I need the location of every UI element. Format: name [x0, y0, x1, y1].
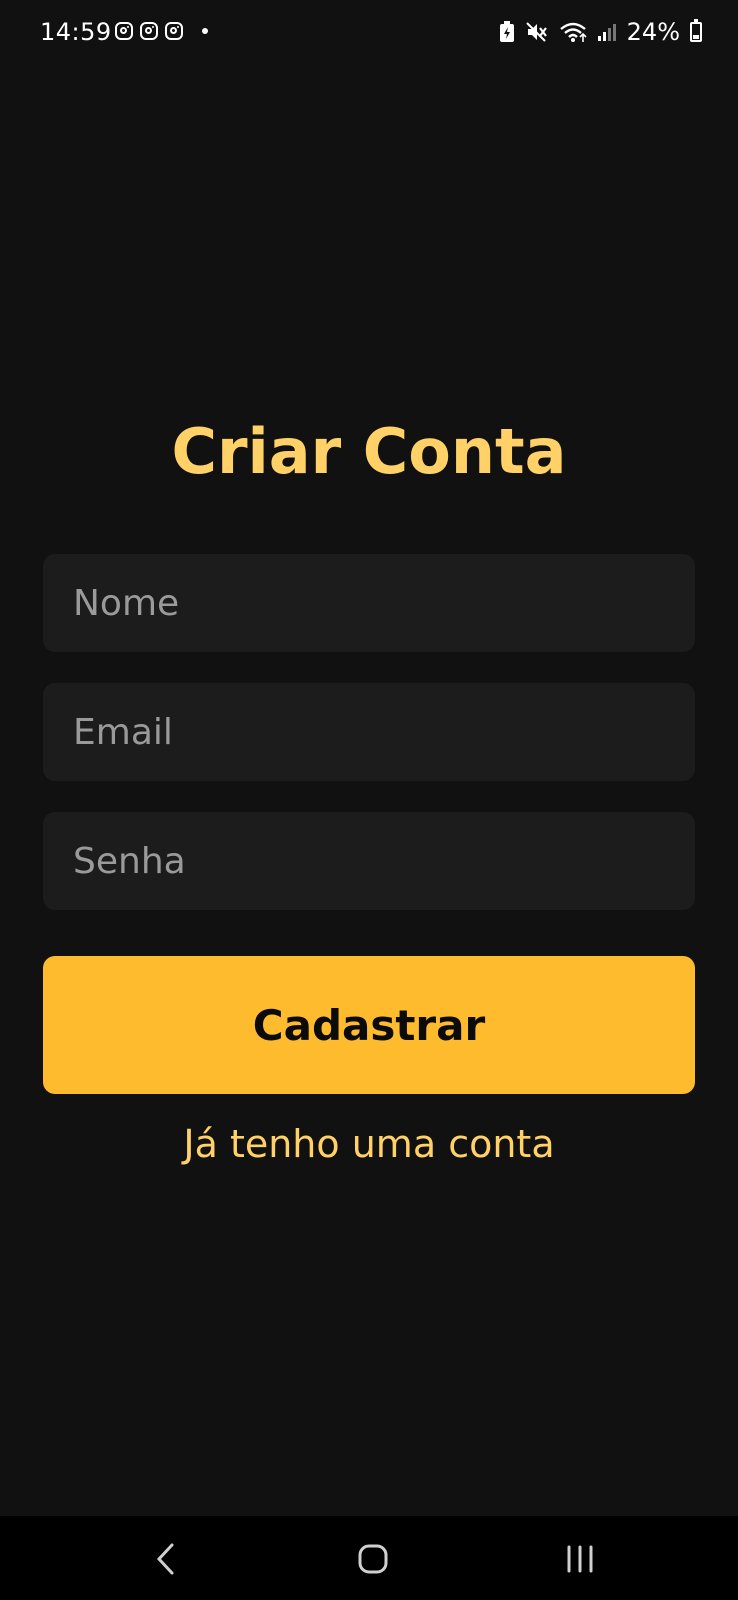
name-field[interactable] — [43, 554, 695, 652]
wifi-icon — [559, 22, 587, 42]
battery-saver-icon — [499, 21, 514, 42]
back-button[interactable] — [141, 1534, 191, 1584]
navigation-bar — [0, 1516, 738, 1600]
mute-icon — [525, 22, 547, 42]
home-button[interactable] — [348, 1534, 398, 1584]
instagram-icon — [165, 22, 183, 40]
instagram-icon — [140, 22, 158, 40]
battery-percent: 24% — [626, 18, 680, 46]
system-status: 24% — [499, 18, 702, 46]
status-time: 14:59 — [40, 18, 112, 46]
signal-icon — [597, 24, 616, 41]
recent-apps-icon — [567, 1545, 593, 1573]
instagram-icon — [115, 22, 133, 40]
notification-icons — [115, 22, 208, 40]
home-icon — [358, 1544, 388, 1574]
status-bar: 14:59 24% — [0, 0, 738, 70]
password-field[interactable] — [43, 812, 695, 910]
dot-icon — [202, 28, 208, 34]
back-icon — [156, 1543, 174, 1575]
battery-icon — [690, 19, 702, 42]
login-link[interactable]: Já tenho uma conta — [0, 1122, 738, 1166]
recent-apps-button[interactable] — [555, 1534, 605, 1584]
register-button[interactable]: Cadastrar — [43, 956, 695, 1094]
page-title: Criar Conta — [171, 415, 567, 488]
email-field[interactable] — [43, 683, 695, 781]
